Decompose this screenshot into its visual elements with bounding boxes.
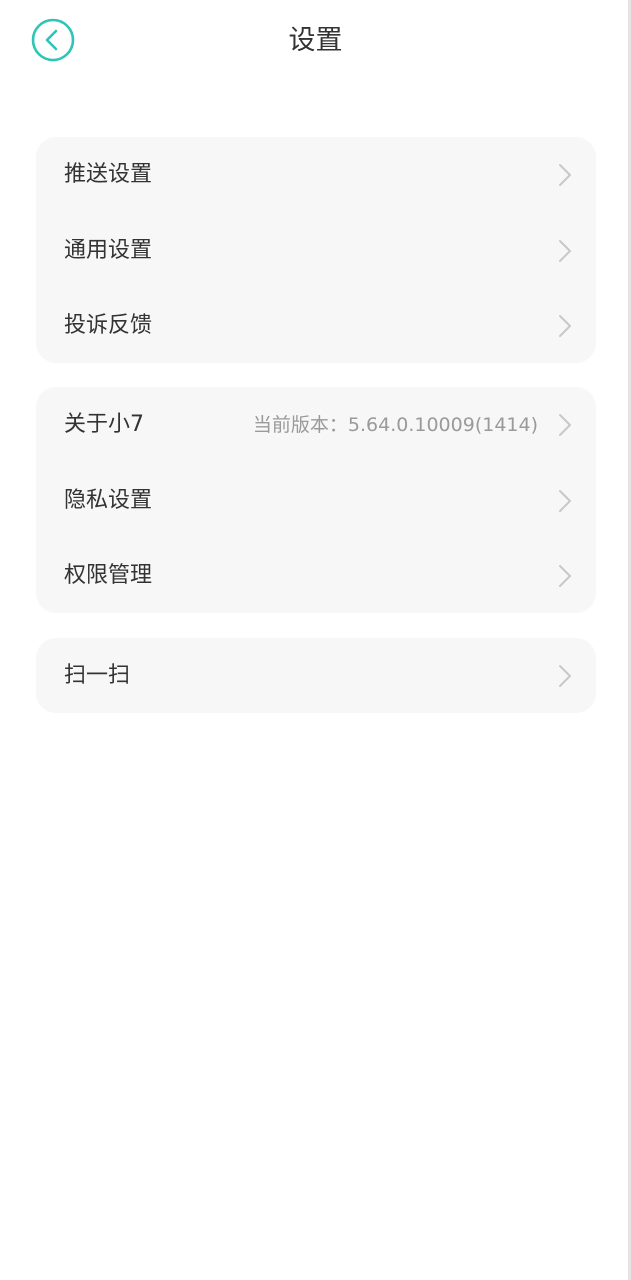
settings-page: 设置 推送设置 通用设置 投诉反馈 关于小7 当前版本：5.64.0.10009… bbox=[0, 0, 631, 1280]
settings-item-feedback[interactable]: 投诉反馈 bbox=[36, 288, 596, 363]
settings-group-about: 关于小7 当前版本：5.64.0.10009(1414) 隐私设置 权限管理 bbox=[36, 387, 596, 613]
settings-item-label: 关于小7 bbox=[64, 412, 144, 437]
chevron-right-icon bbox=[558, 413, 572, 437]
settings-group-general: 推送设置 通用设置 投诉反馈 bbox=[36, 137, 596, 363]
settings-item-about[interactable]: 关于小7 当前版本：5.64.0.10009(1414) bbox=[36, 387, 596, 463]
settings-item-label: 扫一扫 bbox=[64, 662, 131, 688]
settings-item-label: 通用设置 bbox=[64, 237, 153, 263]
settings-item-label: 投诉反馈 bbox=[64, 312, 153, 338]
header: 设置 bbox=[0, 0, 631, 82]
settings-item-push[interactable]: 推送设置 bbox=[36, 137, 596, 213]
chevron-right-icon bbox=[558, 314, 572, 338]
version-text: 当前版本：5.64.0.10009(1414) bbox=[252, 414, 538, 436]
chevron-right-icon bbox=[558, 163, 572, 187]
chevron-right-icon bbox=[558, 489, 572, 513]
settings-item-permissions[interactable]: 权限管理 bbox=[36, 538, 596, 613]
settings-group-scan: 扫一扫 bbox=[36, 638, 596, 713]
settings-item-label: 推送设置 bbox=[64, 162, 153, 187]
chevron-right-icon bbox=[558, 239, 572, 263]
settings-item-label: 权限管理 bbox=[64, 562, 153, 588]
page-title: 设置 bbox=[288, 25, 343, 56]
chevron-right-icon bbox=[558, 664, 572, 688]
settings-item-label: 隐私设置 bbox=[64, 487, 153, 513]
chevron-right-icon bbox=[558, 564, 572, 588]
settings-item-general[interactable]: 通用设置 bbox=[36, 213, 596, 288]
settings-item-privacy[interactable]: 隐私设置 bbox=[36, 463, 596, 538]
settings-item-scan[interactable]: 扫一扫 bbox=[36, 638, 596, 713]
